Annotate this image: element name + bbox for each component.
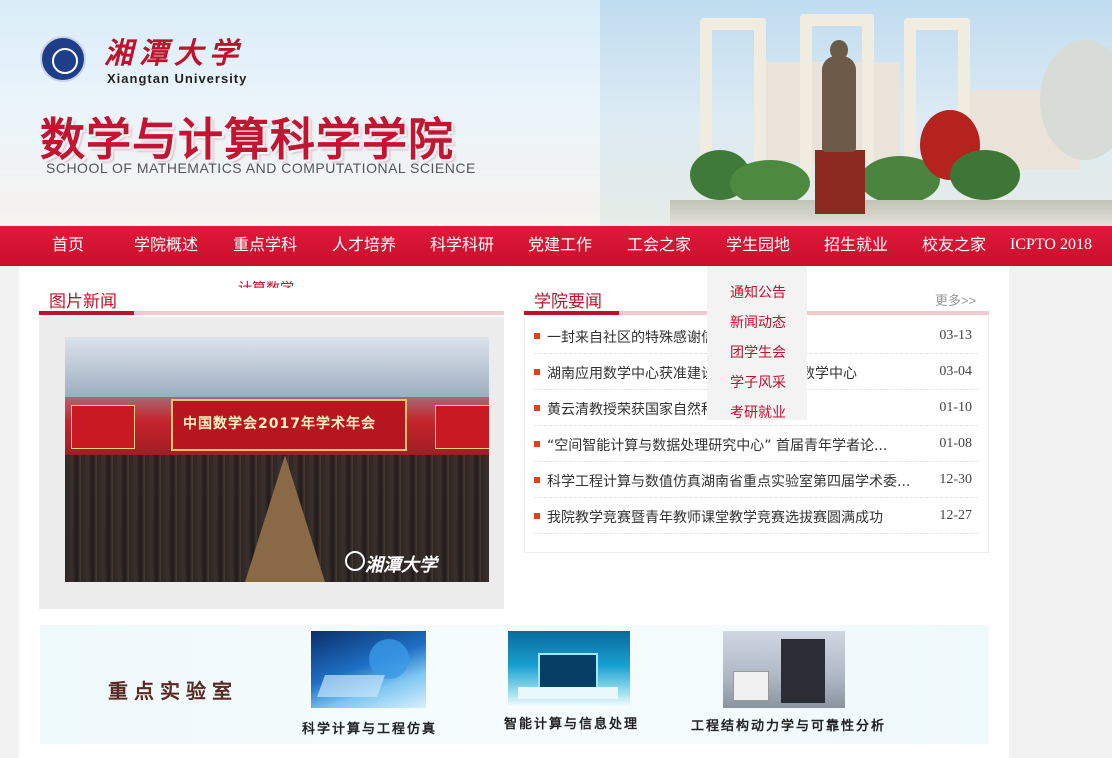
university-name-cn: 湘潭大学 xyxy=(104,36,245,70)
photo-news-image[interactable]: 中国数学会2017年学术年会 湘潭大学 xyxy=(65,337,489,582)
dropdown-item-student-style[interactable]: 学子风采 xyxy=(730,372,786,392)
news-title[interactable]: 黄云清教授荣获国家自然科 xyxy=(547,399,715,419)
photo-ceiling xyxy=(65,337,489,397)
device-icon xyxy=(316,675,386,697)
news-title[interactable]: 湖南应用数学中心获准建设 xyxy=(547,363,715,383)
news-item[interactable]: “空间智能计算与数据处理研究中心” 首届青年学者论... 01-08 xyxy=(534,426,978,462)
lab-caption[interactable]: 工程结构动力学与可靠性分析 xyxy=(691,715,886,734)
dropdown-item-student-union[interactable]: 团学生会 xyxy=(730,342,786,362)
section-underline xyxy=(39,311,134,315)
nav-key-disciplines[interactable]: 重点学科 xyxy=(233,226,297,266)
lab-caption[interactable]: 智能计算与信息处理 xyxy=(504,713,639,732)
console-icon xyxy=(733,671,769,701)
statue xyxy=(822,56,856,152)
university-seal-icon[interactable] xyxy=(40,36,86,82)
dropdown-item-notices[interactable]: 通知公告 xyxy=(730,282,786,302)
school-title-cn: 数学与计算科学学院 xyxy=(40,113,455,166)
news-date: 12-30 xyxy=(939,472,972,487)
globe-icon xyxy=(369,639,409,679)
news-title[interactable]: 一封来自社区的特殊感谢信 xyxy=(547,327,715,347)
news-title[interactable]: 我院教学竞赛暨青年教师课堂教学竞赛选拔赛圆满成功 xyxy=(547,507,883,527)
photo-stage-text: 中国数学会2017年学术年会 xyxy=(183,416,376,432)
dropdown-item-grad-jobs[interactable]: 考研就业 xyxy=(730,402,786,422)
nav-icpto[interactable]: ICPTO 2018 xyxy=(1010,226,1092,266)
statue-head xyxy=(830,40,848,60)
news-date: 03-04 xyxy=(939,364,972,379)
news-title[interactable]: “空间智能计算与数据处理研究中心” 首届青年学者论... xyxy=(547,435,887,455)
nav-overview[interactable]: 学院概述 xyxy=(134,226,198,266)
photo-side-screen xyxy=(71,405,135,449)
dropdown-student-garden: 通知公告 新闻动态 团学生会 学子风采 考研就业 xyxy=(707,266,807,422)
machine-icon xyxy=(781,639,825,703)
lab-image-structural-dynamics[interactable] xyxy=(723,631,845,708)
campus-ground xyxy=(670,200,1112,226)
nav-talent-training[interactable]: 人才培养 xyxy=(332,226,396,266)
news-title[interactable]: 科学工程计算与数值仿真湖南省重点实验室第四届学术委... xyxy=(547,471,910,491)
bullet-icon xyxy=(534,369,540,375)
photo-news-title: 图片新闻 xyxy=(49,292,117,312)
news-item[interactable]: 科学工程计算与数值仿真湖南省重点实验室第四届学术委... 12-30 xyxy=(534,462,978,498)
bullet-icon xyxy=(534,441,540,447)
watermark-seal-icon xyxy=(345,551,365,571)
bullet-icon xyxy=(534,513,540,519)
statue-pedestal xyxy=(815,150,865,214)
section-underline xyxy=(134,311,504,315)
news-date: 01-08 xyxy=(939,436,972,451)
monitor-icon xyxy=(538,653,598,689)
nav-student-garden[interactable]: 学生园地 xyxy=(726,226,790,266)
lab-image-intelligent-computing[interactable] xyxy=(508,631,630,708)
nav-admission-jobs[interactable]: 招生就业 xyxy=(824,226,888,266)
lab-image-scientific-computing[interactable] xyxy=(311,631,426,708)
lab-caption[interactable]: 科学计算与工程仿真 xyxy=(302,718,437,737)
news-date: 12-27 xyxy=(939,508,972,523)
dropdown-item[interactable]: 计算数学 xyxy=(238,278,294,288)
news-date: 03-13 xyxy=(939,328,972,343)
bullet-icon xyxy=(534,405,540,411)
main-nav: 首页 学院概述 重点学科 人才培养 科学科研 党建工作 工会之家 学生园地 招生… xyxy=(0,226,1112,266)
school-title-en: SCHOOL OF MATHEMATICS AND COMPUTATIONAL … xyxy=(46,160,476,176)
nav-home[interactable]: 首页 xyxy=(52,226,84,266)
bullet-icon xyxy=(534,333,540,339)
photo-watermark: 湘潭大学 xyxy=(365,555,437,576)
university-name-en: Xiangtan University xyxy=(107,71,248,86)
photo-aisle xyxy=(245,455,325,582)
college-news-title: 学院要闻 xyxy=(534,292,602,312)
more-link[interactable]: 更多>> xyxy=(935,290,976,309)
nav-research[interactable]: 科学科研 xyxy=(430,226,494,266)
bullet-icon xyxy=(534,477,540,483)
campus-tree xyxy=(950,150,1020,200)
news-title-tail[interactable]: 数学中心 xyxy=(801,363,857,383)
photo-side-screen xyxy=(435,405,489,449)
dropdown-key-disciplines: 计算数学 xyxy=(216,266,315,288)
nav-union[interactable]: 工会之家 xyxy=(627,226,691,266)
nav-party-building[interactable]: 党建工作 xyxy=(528,226,592,266)
labs-title: 重点实验室 xyxy=(108,679,238,703)
news-item[interactable]: 我院教学竞赛暨青年教师课堂教学竞赛选拔赛圆满成功 12-27 xyxy=(534,498,978,534)
dropdown-item-news[interactable]: 新闻动态 xyxy=(730,312,786,332)
header-banner: 湘潭大学 Xiangtan University 数学与计算科学学院 SCHOO… xyxy=(0,0,1112,226)
keyboard-icon xyxy=(518,687,618,699)
news-date: 01-10 xyxy=(939,400,972,415)
nav-alumni[interactable]: 校友之家 xyxy=(922,226,986,266)
